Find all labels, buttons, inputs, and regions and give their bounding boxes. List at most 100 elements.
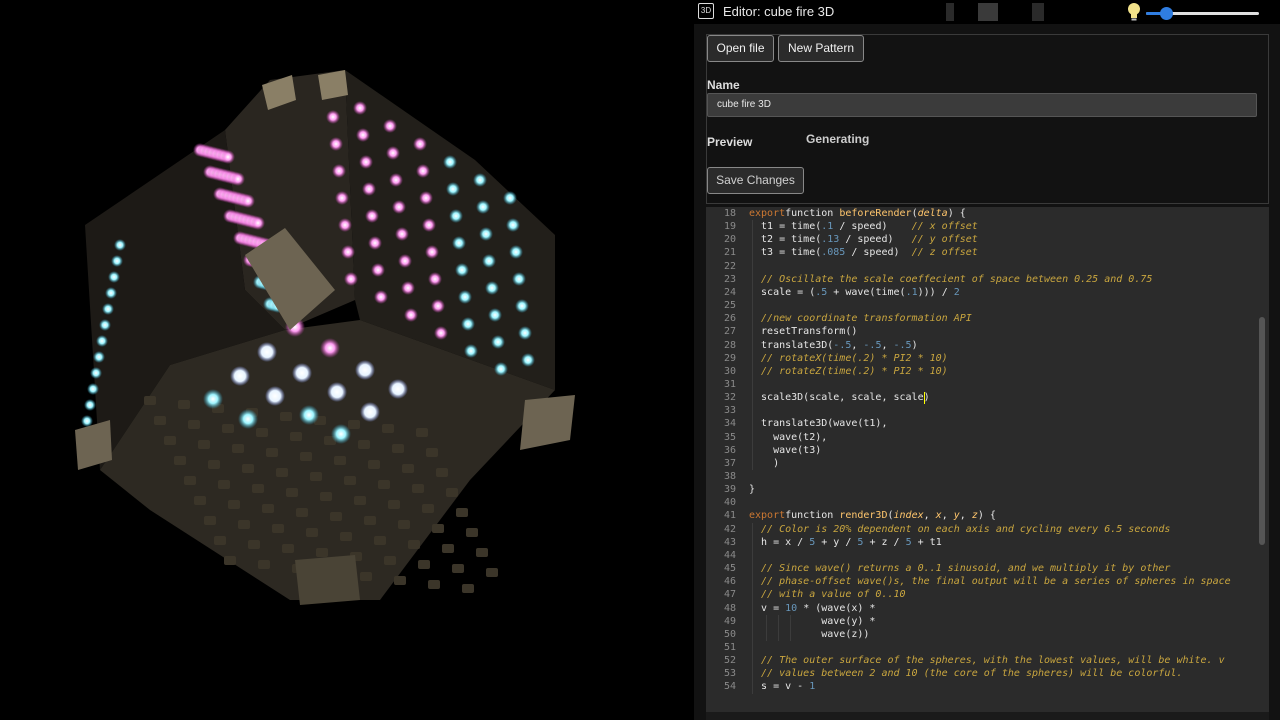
editor-scrollbar[interactable] xyxy=(1259,317,1265,545)
led-pad xyxy=(368,460,380,469)
code-line[interactable]: wave(z)) xyxy=(749,628,869,641)
line-number: 30 xyxy=(723,365,736,377)
code-line[interactable]: // rotateZ(time(.2) * PI2 * 10) xyxy=(749,365,948,378)
led-dot xyxy=(389,173,403,187)
line-number: 20 xyxy=(723,234,736,246)
led-pad xyxy=(466,528,478,537)
led-dot xyxy=(356,128,370,142)
code-line[interactable]: // Since wave() returns a 0..1 sinusoid,… xyxy=(749,562,1170,575)
code-line[interactable]: // The outer surface of the spheres, wit… xyxy=(749,654,1225,667)
led-dot xyxy=(105,287,117,299)
led-dot xyxy=(292,363,312,383)
code-editor[interactable]: 18 19 20 21 22 23 24 25 26 27 28 29 30 31 32 33 34 35 36 37… xyxy=(706,207,1269,712)
led-pad xyxy=(208,460,220,469)
led-pad xyxy=(164,436,176,445)
led-pad xyxy=(446,488,458,497)
lightbulb-icon[interactable] xyxy=(1127,2,1141,22)
led-pad xyxy=(392,444,404,453)
led-dot xyxy=(452,236,466,250)
led-dot xyxy=(114,239,126,251)
led-dot xyxy=(494,362,508,376)
code-line[interactable]: // Color is 20% dependent on each axis a… xyxy=(749,523,1170,536)
led-dot xyxy=(401,281,415,295)
led-pad xyxy=(412,484,424,493)
code-line[interactable]: //new coordinate transformation API xyxy=(749,312,972,325)
save-changes-button[interactable]: Save Changes xyxy=(707,167,804,194)
led-dot xyxy=(241,194,255,208)
line-number: 22 xyxy=(723,260,736,272)
code-line[interactable]: translate3D(wave(t1), xyxy=(749,417,887,430)
line-number: 21 xyxy=(723,247,736,259)
led-pad xyxy=(358,440,370,449)
code-line[interactable]: resetTransform() xyxy=(749,325,857,338)
led-pad xyxy=(218,480,230,489)
led-dot xyxy=(518,326,532,340)
led-pad xyxy=(408,540,420,549)
code-line[interactable]: translate3D(-.5, -.5, -.5) xyxy=(749,339,918,352)
line-number: 40 xyxy=(723,497,736,509)
line-number: 39 xyxy=(723,484,736,496)
corner-bracket xyxy=(295,555,360,605)
code-line[interactable]: wave(t3) xyxy=(749,444,821,457)
brightness-slider[interactable] xyxy=(1146,7,1259,20)
led-pad xyxy=(228,500,240,509)
editor-panel: 3D Editor: cube fire 3D Open file New Pa… xyxy=(693,0,1280,720)
led-dot xyxy=(257,342,277,362)
code-line[interactable]: t3 = time(.085 / speed) // z offset xyxy=(749,246,978,259)
code-line[interactable]: exportfunction beforeRender(delta) { xyxy=(749,207,966,220)
code-line[interactable]: } xyxy=(749,483,755,496)
code-line[interactable]: v = 10 * (wave(x) * xyxy=(749,602,875,615)
code-line[interactable]: h = x / 5 + y / 5 + z / 5 + t1 xyxy=(749,536,942,549)
indent-guide xyxy=(778,614,779,641)
led-dot xyxy=(521,353,535,367)
led-pad xyxy=(344,476,356,485)
led-pad xyxy=(258,560,270,569)
corner-bracket xyxy=(318,70,348,100)
led-pad xyxy=(374,536,386,545)
led-pad xyxy=(442,544,454,553)
line-number: 32 xyxy=(723,392,736,404)
led-dot xyxy=(251,216,265,230)
preview-label: Preview xyxy=(707,135,753,149)
code-line[interactable]: // values between 2 and 10 (the core of … xyxy=(749,667,1182,680)
line-number: 47 xyxy=(723,589,736,601)
line-number: 51 xyxy=(723,641,736,653)
open-file-button[interactable]: Open file xyxy=(707,35,774,62)
led-dot xyxy=(353,101,367,115)
code-line[interactable]: // phase-offset wave()s, the final outpu… xyxy=(749,575,1231,588)
led-dot xyxy=(455,263,469,277)
led-dot xyxy=(512,272,526,286)
code-line[interactable]: t2 = time(.13 / speed) // y offset xyxy=(749,233,978,246)
toolbar-placeholder-block xyxy=(978,3,998,21)
led-pad xyxy=(204,516,216,525)
code-line[interactable]: s = v - 1 xyxy=(749,680,815,693)
code-line[interactable]: wave(y) * xyxy=(749,615,875,628)
led-pad xyxy=(476,548,488,557)
line-number: 46 xyxy=(723,576,736,588)
led-dot xyxy=(265,386,285,406)
led-pad xyxy=(214,536,226,545)
code-line[interactable]: wave(t2), xyxy=(749,431,827,444)
line-number: 49 xyxy=(723,615,736,627)
led-dot xyxy=(416,164,430,178)
led-pad xyxy=(174,456,186,465)
led-dot xyxy=(388,379,408,399)
code-line[interactable]: // rotateX(time(.2) * PI2 * 10) xyxy=(749,352,948,365)
code-line[interactable]: // Oscillate the scale coeffecient of sp… xyxy=(749,273,1152,286)
code-line[interactable]: ) xyxy=(749,457,779,470)
new-pattern-button[interactable]: New Pattern xyxy=(778,35,864,62)
led-pad xyxy=(354,496,366,505)
brightness-slider-knob[interactable] xyxy=(1160,7,1174,20)
code-line[interactable]: scale = (.5 + wave(time(.1))) / 2 xyxy=(749,286,960,299)
code-line[interactable]: // with a value of 0..10 xyxy=(749,588,906,601)
pattern-name-input[interactable]: cube fire 3D xyxy=(707,93,1257,117)
led-dot xyxy=(221,150,235,164)
code-line[interactable]: exportfunction render3D(index, x, y, z) … xyxy=(749,509,996,522)
line-number: 38 xyxy=(723,471,736,482)
line-number-gutter: 18 19 20 21 22 23 24 25 26 27 28 29 30 31 32 33 34 35 36 37… xyxy=(706,207,742,712)
code-line[interactable]: scale3D(scale, scale, scale) xyxy=(749,391,930,404)
led-pad xyxy=(334,456,346,465)
line-number: 36 xyxy=(723,444,736,456)
led-pad xyxy=(382,424,394,433)
code-line[interactable]: t1 = time(.1 / speed) // x offset xyxy=(749,220,978,233)
